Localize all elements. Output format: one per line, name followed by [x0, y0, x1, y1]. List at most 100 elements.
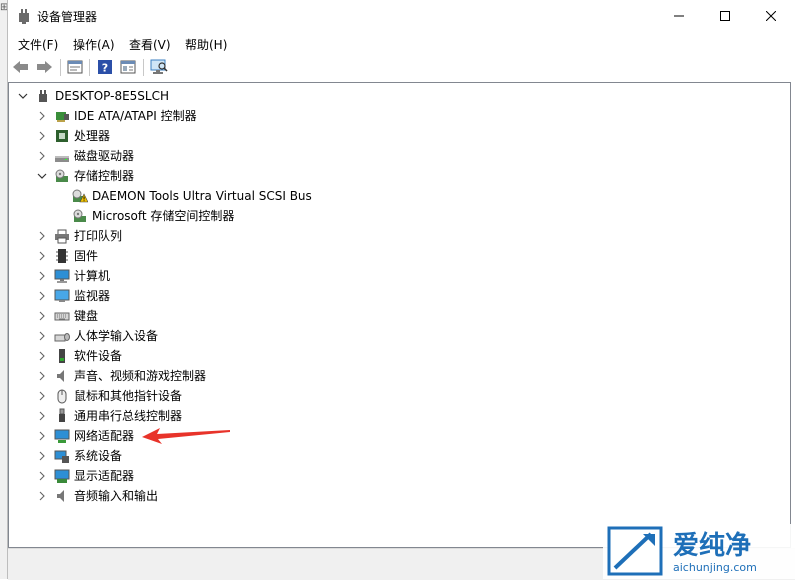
warning-storage-icon — [72, 188, 88, 204]
view-button[interactable] — [119, 58, 137, 76]
menu-file[interactable]: 文件(F) — [18, 36, 58, 53]
tree-item-monitor[interactable]: 监视器 — [36, 286, 110, 306]
tree-item-label: Microsoft 存储空间控制器 — [92, 209, 235, 223]
close-button[interactable] — [748, 0, 794, 31]
tree-item-usb-controller[interactable]: 通用串行总线控制器 — [36, 406, 182, 426]
tree-item-display-adapter[interactable]: 显示适配器 — [36, 466, 134, 486]
tree-item-label: DAEMON Tools Ultra Virtual SCSI Bus — [92, 189, 312, 203]
tree-root-node[interactable]: DESKTOP-8E5SLCH — [17, 86, 169, 106]
red-arrow-annotation — [142, 428, 230, 444]
tree-item-keyboard[interactable]: 键盘 — [36, 306, 98, 326]
chevron-right-icon[interactable] — [36, 230, 48, 242]
chevron-right-icon[interactable] — [36, 350, 48, 362]
close-icon — [766, 10, 776, 21]
tree-item-disk-drive[interactable]: 磁盘驱动器 — [36, 146, 134, 166]
tree-item-computer[interactable]: 计算机 — [36, 266, 110, 286]
menu-action[interactable]: 操作(A) — [73, 36, 115, 53]
tree-item-hid[interactable]: 人体学输入设备 — [36, 326, 158, 346]
chevron-right-icon[interactable] — [36, 150, 48, 162]
maximize-button[interactable] — [702, 0, 748, 31]
hid-icon — [54, 328, 70, 344]
mouse-icon — [54, 388, 70, 404]
watermark-brand: 爱纯净 — [673, 530, 751, 561]
menu-help[interactable]: 帮助(H) — [185, 36, 227, 53]
chevron-right-icon[interactable] — [36, 330, 48, 342]
display-adapter-icon — [54, 468, 70, 484]
tree-item-print-queue[interactable]: 打印队列 — [36, 226, 122, 246]
software-device-icon — [54, 348, 70, 364]
chevron-right-icon[interactable] — [36, 270, 48, 282]
tree-item-label: 网络适配器 — [74, 429, 135, 443]
chevron-down-icon[interactable] — [17, 90, 29, 102]
system-device-icon — [54, 448, 70, 464]
tree-item-label: 固件 — [74, 249, 99, 263]
toolbar-separator — [60, 59, 61, 76]
chevron-right-icon[interactable] — [36, 310, 48, 322]
firmware-icon — [54, 248, 70, 264]
keyboard-icon — [54, 308, 70, 324]
forward-button[interactable] — [35, 58, 53, 76]
help-button[interactable]: ? — [96, 58, 114, 76]
forward-icon — [37, 61, 52, 73]
view-icon — [120, 60, 136, 74]
minimize-icon — [674, 15, 684, 16]
back-icon — [13, 61, 28, 73]
tree-item-label: 人体学输入设备 — [74, 329, 159, 343]
title-bar[interactable]: 设备管理器 — [8, 0, 795, 31]
tree-item-label: 鼠标和其他指针设备 — [74, 389, 183, 403]
chevron-down-icon[interactable] — [36, 170, 48, 182]
printer-icon — [54, 228, 70, 244]
tree-item-system-device[interactable]: 系统设备 — [36, 446, 122, 466]
aichunjing-watermark: 爱纯净 aichunjing.com — [603, 524, 795, 579]
properties-button[interactable] — [66, 58, 84, 76]
speaker-icon — [54, 368, 70, 384]
chevron-right-icon[interactable] — [36, 130, 48, 142]
tree-item-label: 监视器 — [74, 289, 111, 303]
tree-item-label: IDE ATA/ATAPI 控制器 — [74, 109, 197, 123]
tree-item-firmware[interactable]: 固件 — [36, 246, 98, 266]
tree-child-microsoft-storage[interactable]: Microsoft 存储空间控制器 — [72, 206, 234, 226]
tree-item-label: 声音、视频和游戏控制器 — [74, 369, 207, 383]
chevron-right-icon[interactable] — [36, 390, 48, 402]
window-title: 设备管理器 — [37, 10, 98, 24]
tree-item-label: 处理器 — [74, 129, 111, 143]
tree-item-sound-video-game[interactable]: 声音、视频和游戏控制器 — [36, 366, 206, 386]
tree-item-label: 计算机 — [74, 269, 111, 283]
menu-view[interactable]: 查看(V) — [129, 36, 171, 53]
computer-monitor-icon — [54, 268, 70, 284]
tree-item-label: 打印队列 — [74, 229, 123, 243]
processor-icon — [54, 128, 70, 144]
tree-item-software-device[interactable]: 软件设备 — [36, 346, 122, 366]
tree-item-processor[interactable]: 处理器 — [36, 126, 110, 146]
chevron-right-icon[interactable] — [36, 450, 48, 462]
help-icon: ? — [98, 60, 112, 75]
device-tree[interactable]: DESKTOP-8E5SLCH IDE ATA/ATAPI 控制器 处理器 磁盘… — [8, 82, 791, 548]
chevron-right-icon[interactable] — [36, 110, 48, 122]
tree-item-label: 软件设备 — [74, 349, 123, 363]
scan-icon — [150, 59, 168, 74]
minimize-button[interactable] — [656, 0, 702, 31]
device-manager-app-icon — [19, 9, 29, 24]
chevron-right-icon[interactable] — [36, 250, 48, 262]
properties-icon — [67, 60, 83, 74]
chevron-right-icon[interactable] — [36, 370, 48, 382]
toolbar-separator — [89, 59, 90, 76]
audio-io-icon — [54, 488, 70, 504]
chevron-right-icon[interactable] — [36, 490, 48, 502]
tree-item-storage-controller[interactable]: 存储控制器 — [36, 166, 134, 186]
chevron-right-icon[interactable] — [36, 470, 48, 482]
tree-child-daemon-tools[interactable]: DAEMON Tools Ultra Virtual SCSI Bus — [72, 186, 312, 206]
chevron-right-icon[interactable] — [36, 430, 48, 442]
back-button[interactable] — [12, 58, 30, 76]
tree-item-label: 通用串行总线控制器 — [74, 409, 183, 423]
tree-item-network-adapter[interactable]: 网络适配器 — [36, 426, 134, 446]
monitor-icon — [54, 288, 70, 304]
tree-item-mouse[interactable]: 鼠标和其他指针设备 — [36, 386, 182, 406]
chevron-right-icon[interactable] — [36, 290, 48, 302]
scan-hardware-button[interactable] — [150, 58, 168, 76]
toolbar: ? — [8, 55, 795, 80]
chevron-right-icon[interactable] — [36, 410, 48, 422]
tree-item-audio-io[interactable]: 音频输入和输出 — [36, 486, 158, 506]
ide-controller-icon — [54, 108, 70, 124]
tree-item-ide-controller[interactable]: IDE ATA/ATAPI 控制器 — [36, 106, 197, 126]
